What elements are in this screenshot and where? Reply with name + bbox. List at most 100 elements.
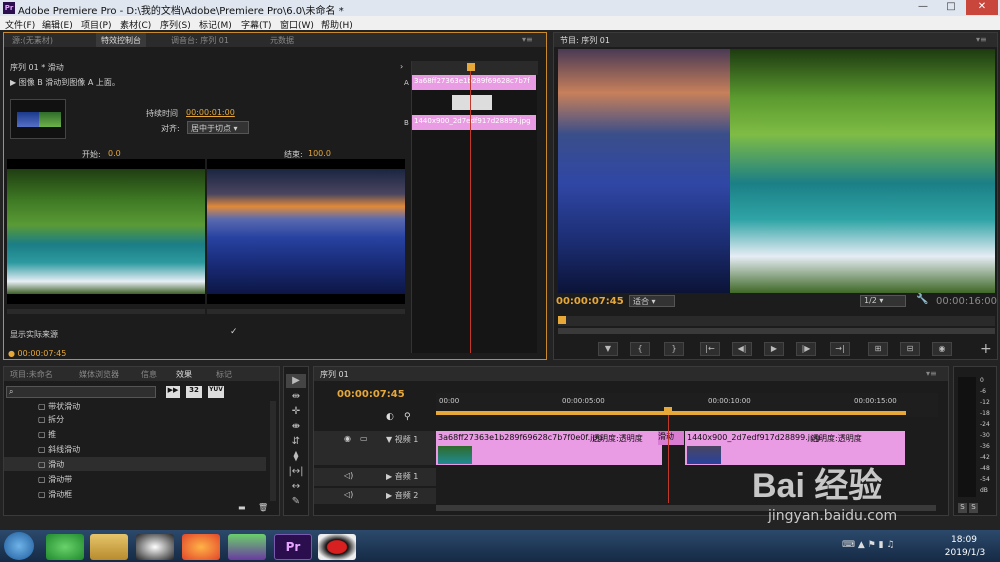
32bit-icon[interactable]: 32	[186, 386, 202, 398]
expand-arrow-icon[interactable]: ›	[400, 62, 403, 71]
premiere-task-icon[interactable]: Pr	[274, 534, 312, 560]
menu-edit[interactable]: 编辑(E)	[42, 18, 73, 31]
transition-clip[interactable]: 滑动	[658, 431, 684, 445]
lock-icon[interactable]: ▭	[360, 434, 368, 443]
list-item[interactable]: ▢ 斜线滑动	[38, 444, 80, 455]
explorer-icon[interactable]	[90, 534, 128, 560]
list-item[interactable]: ▢ 拆分	[38, 414, 64, 425]
tab-audio-mixer[interactable]: 调音台: 序列 01	[171, 35, 229, 46]
tab-program[interactable]: 节目: 序列 01	[560, 35, 610, 46]
selection-tool[interactable]: ▶	[286, 374, 306, 388]
menu-clip[interactable]: 素材(C)	[120, 18, 151, 31]
menu-sequence[interactable]: 序列(S)	[160, 18, 191, 31]
clip-1-fx[interactable]: 透明度:透明度	[592, 433, 643, 444]
scale-dropdown[interactable]: 1/2 ▾	[860, 295, 906, 307]
end-value[interactable]: 100.0	[308, 149, 331, 158]
new-bin-icon[interactable]: ▬	[238, 503, 246, 512]
slide-tool[interactable]: ↔	[286, 480, 306, 494]
camtasia-icon[interactable]	[228, 534, 266, 560]
tab-effects[interactable]: 效果	[176, 369, 192, 380]
maximize-button[interactable]: □	[938, 0, 964, 15]
end-slider[interactable]	[207, 309, 405, 314]
scrollbar[interactable]	[270, 401, 276, 501]
clip-2-fx[interactable]: 透明度:透明度	[811, 433, 862, 444]
export-frame-button[interactable]: ◉	[932, 342, 952, 356]
tab-sequence[interactable]: 序列 01	[320, 369, 349, 380]
playhead-marker-icon[interactable]	[558, 316, 566, 324]
start-value[interactable]: 0.0	[108, 149, 121, 158]
mark-out-button[interactable]: }	[664, 342, 684, 356]
minimize-button[interactable]: —	[910, 0, 936, 15]
list-item[interactable]: ▢ 滑动框	[38, 489, 72, 500]
add-marker-button[interactable]: ▼	[598, 342, 618, 356]
timeline-ruler[interactable]: 00:00 00:00:05:00 00:00:10:00 00:00:15:0…	[436, 393, 938, 417]
track-select-tool[interactable]: ⇹	[286, 390, 306, 404]
extract-button[interactable]: ⊟	[900, 342, 920, 356]
panel-menu-icon[interactable]: ▾≡	[976, 35, 987, 44]
razor-tool[interactable]: ⧫	[286, 450, 306, 464]
speaker-icon[interactable]: ◁)	[344, 490, 353, 499]
mark-in-button[interactable]: {	[630, 342, 650, 356]
tab-project[interactable]: 项目:未命名	[10, 369, 53, 380]
wrench-icon[interactable]: 🔧	[916, 294, 928, 305]
start-button[interactable]	[4, 532, 34, 560]
program-timecode[interactable]: 00:00:07:45	[556, 296, 624, 307]
tab-info[interactable]: 信息	[141, 369, 157, 380]
app-360-icon[interactable]	[46, 534, 84, 560]
solo-right-button[interactable]: S	[969, 503, 978, 513]
play-button[interactable]: ▶	[764, 342, 784, 356]
rate-stretch-tool[interactable]: ⇵	[286, 435, 306, 449]
program-scrubber[interactable]	[558, 316, 995, 326]
step-back-button[interactable]: ◀|	[732, 342, 752, 356]
mini-transition[interactable]	[452, 95, 492, 110]
zoom-bar[interactable]	[558, 328, 995, 334]
add-button-icon[interactable]: +	[980, 341, 992, 357]
accelerated-icon[interactable]: ▶▶	[166, 386, 180, 398]
playhead-marker-icon[interactable]	[664, 407, 672, 415]
rolling-edit-tool[interactable]: ⇼	[286, 420, 306, 434]
qq-icon[interactable]	[136, 534, 174, 560]
start-slider[interactable]	[7, 309, 205, 314]
mini-clip-a[interactable]: 3a68ff27363e1b289f69628c7b7f	[412, 75, 536, 90]
duration-value[interactable]: 00:00:01:00	[186, 108, 235, 117]
slip-tool[interactable]: |↔|	[286, 465, 306, 479]
menu-help[interactable]: 帮助(H)	[321, 18, 353, 31]
tab-source[interactable]: 源:(无素材)	[12, 35, 53, 46]
list-item[interactable]: ▢ 推	[38, 429, 56, 440]
pen-tool[interactable]: ✎	[286, 495, 306, 509]
fit-dropdown[interactable]: 适合 ▾	[629, 295, 675, 307]
firefox-icon[interactable]	[182, 534, 220, 560]
list-item[interactable]: ▢ 带状滑动	[38, 401, 80, 413]
tab-media-browser[interactable]: 媒体浏览器	[79, 369, 119, 380]
tab-markers[interactable]: 标记	[216, 369, 232, 380]
menu-title[interactable]: 字幕(T)	[241, 18, 272, 31]
close-button[interactable]: ✕	[966, 0, 998, 15]
marker-icon[interactable]: ⚲	[404, 412, 411, 422]
snap-icon[interactable]: ◐	[386, 412, 394, 422]
lift-button[interactable]: ⊞	[868, 342, 888, 356]
show-source-checkbox[interactable]: ✓	[230, 327, 238, 337]
speaker-icon[interactable]: ◁)	[344, 471, 353, 480]
solo-left-button[interactable]: S	[958, 503, 967, 513]
list-item-selected[interactable]: ▢ 滑动	[4, 457, 266, 471]
go-to-out-button[interactable]: →|	[830, 342, 850, 356]
menu-marker[interactable]: 标记(M)	[199, 18, 232, 31]
tray-icons[interactable]: ⌨ ▲ ⚑ ▮ ♫	[842, 540, 894, 550]
list-item[interactable]: ▢ 滑动带	[38, 474, 72, 485]
step-forward-button[interactable]: |▶	[796, 342, 816, 356]
menu-project[interactable]: 项目(P)	[81, 18, 111, 31]
eye-icon[interactable]: ◉	[344, 434, 351, 443]
timeline-timecode[interactable]: 00:00:07:45	[337, 389, 405, 400]
record-icon[interactable]	[318, 534, 356, 560]
ripple-edit-tool[interactable]: ✛	[286, 405, 306, 419]
effects-search-input[interactable]: ⌕	[6, 386, 156, 398]
align-dropdown[interactable]: 居中于切点 ▾	[187, 121, 249, 134]
menu-file[interactable]: 文件(F)	[5, 18, 35, 31]
panel-menu-icon[interactable]: ▾≡	[926, 369, 937, 378]
yuv-icon[interactable]: YUV	[208, 386, 224, 398]
tab-effect-controls[interactable]: 特效控制台	[96, 33, 146, 47]
playhead-marker-icon[interactable]	[467, 63, 475, 71]
delete-icon[interactable]: 🗑	[258, 503, 268, 512]
video-clip-1[interactable]: 3a68ff27363e1b289f69628c7b7f0e0f.jpg 透明度…	[436, 431, 662, 465]
go-to-in-button[interactable]: |←	[700, 342, 720, 356]
